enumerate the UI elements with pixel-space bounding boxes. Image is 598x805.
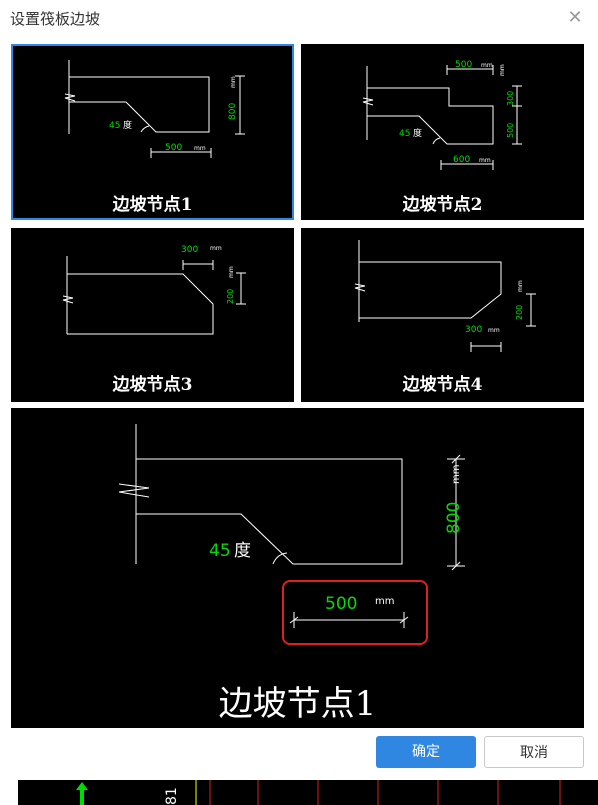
dialog-title: 设置筏板边坡	[10, 10, 101, 28]
confirm-button[interactable]: 确定	[376, 736, 476, 768]
preview-dim-height-unit: mm	[451, 465, 462, 484]
svg-text:500: 500	[455, 60, 472, 70]
svg-text:mm: mm	[479, 157, 491, 164]
svg-text:mm: mm	[517, 280, 524, 292]
svg-text:mm: mm	[194, 145, 206, 152]
close-icon[interactable]: ✕	[566, 9, 584, 27]
cancel-button[interactable]: 取消	[484, 736, 584, 768]
preview-angle-unit: 度	[234, 541, 251, 561]
svg-text:mm: mm	[228, 266, 235, 278]
background-canvas-strip: 81	[0, 780, 598, 805]
preview-label: 边坡节点1	[218, 684, 377, 724]
slope-node-preview: 45 度 500 mm 800 mm 边坡节点1	[11, 408, 584, 728]
svg-text:度: 度	[413, 127, 422, 139]
slope-node-4-label: 边坡节点4	[402, 375, 483, 395]
svg-text:mm: mm	[488, 327, 500, 334]
svg-text:300: 300	[465, 325, 482, 335]
preview-angle-value: 45	[209, 541, 231, 561]
svg-text:45: 45	[109, 121, 120, 131]
slope-node-4-option[interactable]: 300 mm 200 mm 边坡节点4	[301, 228, 584, 402]
svg-text:600: 600	[453, 155, 470, 165]
slope-node-1-label: 边坡节点1	[112, 195, 193, 215]
svg-text:mm: mm	[210, 245, 222, 252]
slope-node-1-option[interactable]: 45 度 500 mm 800 mm 边坡节点1	[11, 44, 294, 220]
svg-text:300: 300	[181, 245, 198, 255]
background-partial-number: 81	[164, 787, 180, 805]
svg-text:度: 度	[123, 119, 132, 131]
svg-text:800: 800	[228, 103, 238, 120]
svg-text:300: 300	[506, 91, 515, 106]
svg-text:500: 500	[165, 143, 182, 153]
svg-text:mm: mm	[230, 76, 237, 88]
slope-node-2-label: 边坡节点2	[402, 195, 483, 215]
svg-text:200: 200	[226, 289, 235, 304]
slope-node-3-label: 边坡节点3	[112, 375, 193, 395]
slope-node-3-option[interactable]: 300 mm 200 mm 边坡节点3	[11, 228, 294, 402]
set-raft-slope-dialog: 设置筏板边坡 ✕ 45 度 500 mm 800 mm 边坡节点1 45 度 5…	[0, 0, 598, 780]
svg-text:500: 500	[506, 123, 515, 138]
svg-text:mm: mm	[481, 62, 493, 69]
preview-dim-width: 500	[325, 594, 357, 614]
svg-text:200: 200	[515, 305, 524, 320]
slope-node-2-option[interactable]: 45 度 500 mm 600 mm 300 500 mm 边坡节点2	[301, 44, 584, 220]
svg-text:45: 45	[399, 129, 410, 139]
svg-text:mm: mm	[499, 64, 506, 76]
preview-dim-unit: mm	[375, 596, 394, 607]
preview-dim-height: 800	[444, 502, 464, 534]
background-canvas-graphics: 81	[0, 780, 561, 805]
